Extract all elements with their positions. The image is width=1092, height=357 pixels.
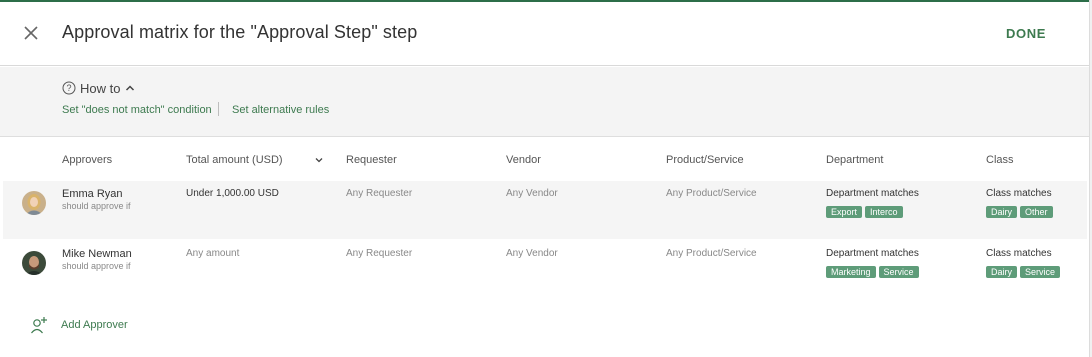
class-condition[interactable]: Class matches (986, 248, 1052, 259)
alternative-rules-link[interactable]: Set alternative rules (232, 104, 329, 116)
department-tag[interactable]: Marketing (826, 266, 876, 278)
add-approver-button[interactable]: Add Approver (30, 316, 128, 334)
vendor-cell[interactable]: Any Vendor (506, 188, 558, 199)
department-condition[interactable]: Department matches (826, 188, 919, 199)
class-tag[interactable]: Other (1020, 206, 1053, 218)
help-circle-icon: ? (62, 81, 76, 95)
column-header-vendor: Vendor (506, 154, 541, 166)
class-tag[interactable]: Dairy (986, 206, 1018, 218)
dialog-header: Approval matrix for the "Approval Step" … (0, 2, 1090, 66)
department-tag[interactable]: Service (878, 266, 919, 278)
approver-name: Emma Ryan (62, 188, 123, 200)
product-service-cell[interactable]: Any Product/Service (666, 248, 757, 259)
department-tag[interactable]: Interco (865, 206, 903, 218)
department-condition[interactable]: Department matches (826, 248, 919, 259)
class-condition[interactable]: Class matches (986, 188, 1052, 199)
link-divider (218, 102, 219, 116)
avatar (22, 251, 46, 275)
column-header-class: Class (986, 154, 1014, 166)
svg-text:?: ? (66, 83, 71, 93)
class-tag[interactable]: Dairy (986, 266, 1018, 278)
class-tags: Dairy Other (986, 206, 1053, 218)
department-tags: Marketing Service (826, 266, 919, 278)
column-header-total-amount[interactable]: Total amount (USD) (186, 154, 283, 166)
approver-subtitle: should approve if (62, 201, 131, 211)
add-approver-label: Add Approver (61, 319, 128, 331)
how-to-toggle[interactable]: ? How to (62, 79, 135, 97)
total-amount-cell[interactable]: Under 1,000.00 USD (186, 188, 279, 199)
class-tag[interactable]: Service (1020, 266, 1061, 278)
class-tags: Dairy Service (986, 266, 1061, 278)
how-to-panel: ? How to Set "does not match" condition … (0, 67, 1090, 137)
chevron-down-icon[interactable] (315, 156, 323, 164)
requester-cell[interactable]: Any Requester (346, 188, 412, 199)
column-header-product-service: Product/Service (666, 154, 744, 166)
page-title: Approval matrix for the "Approval Step" … (62, 22, 418, 42)
department-tags: Export Interco (826, 206, 903, 218)
approver-name: Mike Newman (62, 248, 132, 260)
chevron-up-icon (126, 85, 135, 91)
how-to-label: How to (80, 80, 121, 96)
requester-cell[interactable]: Any Requester (346, 248, 412, 259)
table-row[interactable]: Emma Ryan should approve if Under 1,000.… (3, 181, 1087, 239)
approver-subtitle: should approve if (62, 261, 131, 271)
column-header-department: Department (826, 154, 884, 166)
add-user-icon (31, 317, 47, 334)
done-button[interactable]: DONE (1006, 26, 1046, 41)
department-tag[interactable]: Export (826, 206, 863, 218)
close-icon[interactable] (20, 22, 42, 44)
column-header-requester: Requester (346, 154, 397, 166)
total-amount-cell[interactable]: Any amount (186, 248, 239, 259)
does-not-match-link[interactable]: Set "does not match" condition (62, 104, 212, 116)
avatar (22, 191, 46, 215)
vendor-cell[interactable]: Any Vendor (506, 248, 558, 259)
product-service-cell[interactable]: Any Product/Service (666, 188, 757, 199)
column-header-approvers: Approvers (62, 154, 113, 166)
table-row[interactable]: Mike Newman should approve if Any amount… (3, 241, 1087, 299)
